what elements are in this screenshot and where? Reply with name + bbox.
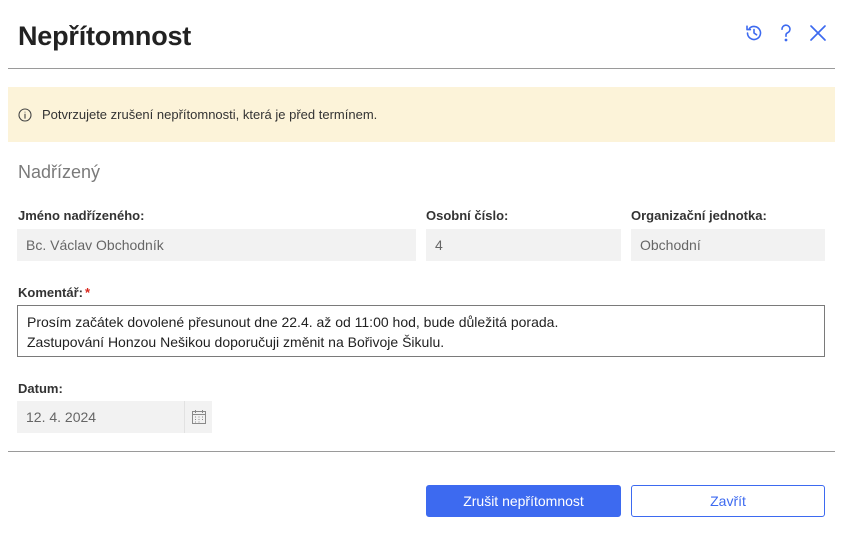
comment-textarea[interactable]: Prosím začátek dovolené přesunout dne 22… (17, 305, 825, 357)
comment-label-text: Komentář: (18, 285, 84, 300)
dialog-title: Nepřítomnost (18, 21, 192, 51)
personal-number-label: Osobní číslo: (426, 208, 509, 223)
calendar-icon (185, 401, 212, 433)
date-label: Datum: (18, 381, 63, 396)
org-unit-label: Organizační jednotka: (631, 208, 767, 223)
footer-divider (8, 451, 835, 452)
warning-banner: Potvrzujete zrušení nepřítomnosti, která… (8, 87, 835, 142)
close-button[interactable]: Zavřít (631, 485, 825, 517)
comment-label: Komentář: * (18, 285, 90, 300)
dialog-header: Nepřítomnost (0, 0, 841, 68)
personal-number-field: 4 (426, 229, 621, 261)
cancel-absence-button[interactable]: Zrušit nepřítomnost (426, 485, 621, 517)
required-marker: * (85, 285, 91, 300)
org-unit-field: Obchodní (631, 229, 825, 261)
info-icon (18, 107, 34, 123)
close-icon[interactable] (807, 22, 829, 44)
section-title-supervisor: Nadřízený (18, 162, 101, 182)
supervisor-name-label: Jméno nadřízeného: (18, 208, 145, 223)
date-value: 12. 4. 2024 (26, 409, 97, 425)
help-icon[interactable] (775, 22, 797, 44)
date-field: 12. 4. 2024 (17, 401, 212, 433)
header-divider (8, 68, 835, 69)
history-icon[interactable] (743, 22, 765, 44)
supervisor-name-field: Bc. Václav Obchodník (17, 229, 416, 261)
header-icons (743, 22, 829, 44)
banner-text: Potvrzujete zrušení nepřítomnosti, která… (42, 107, 378, 122)
